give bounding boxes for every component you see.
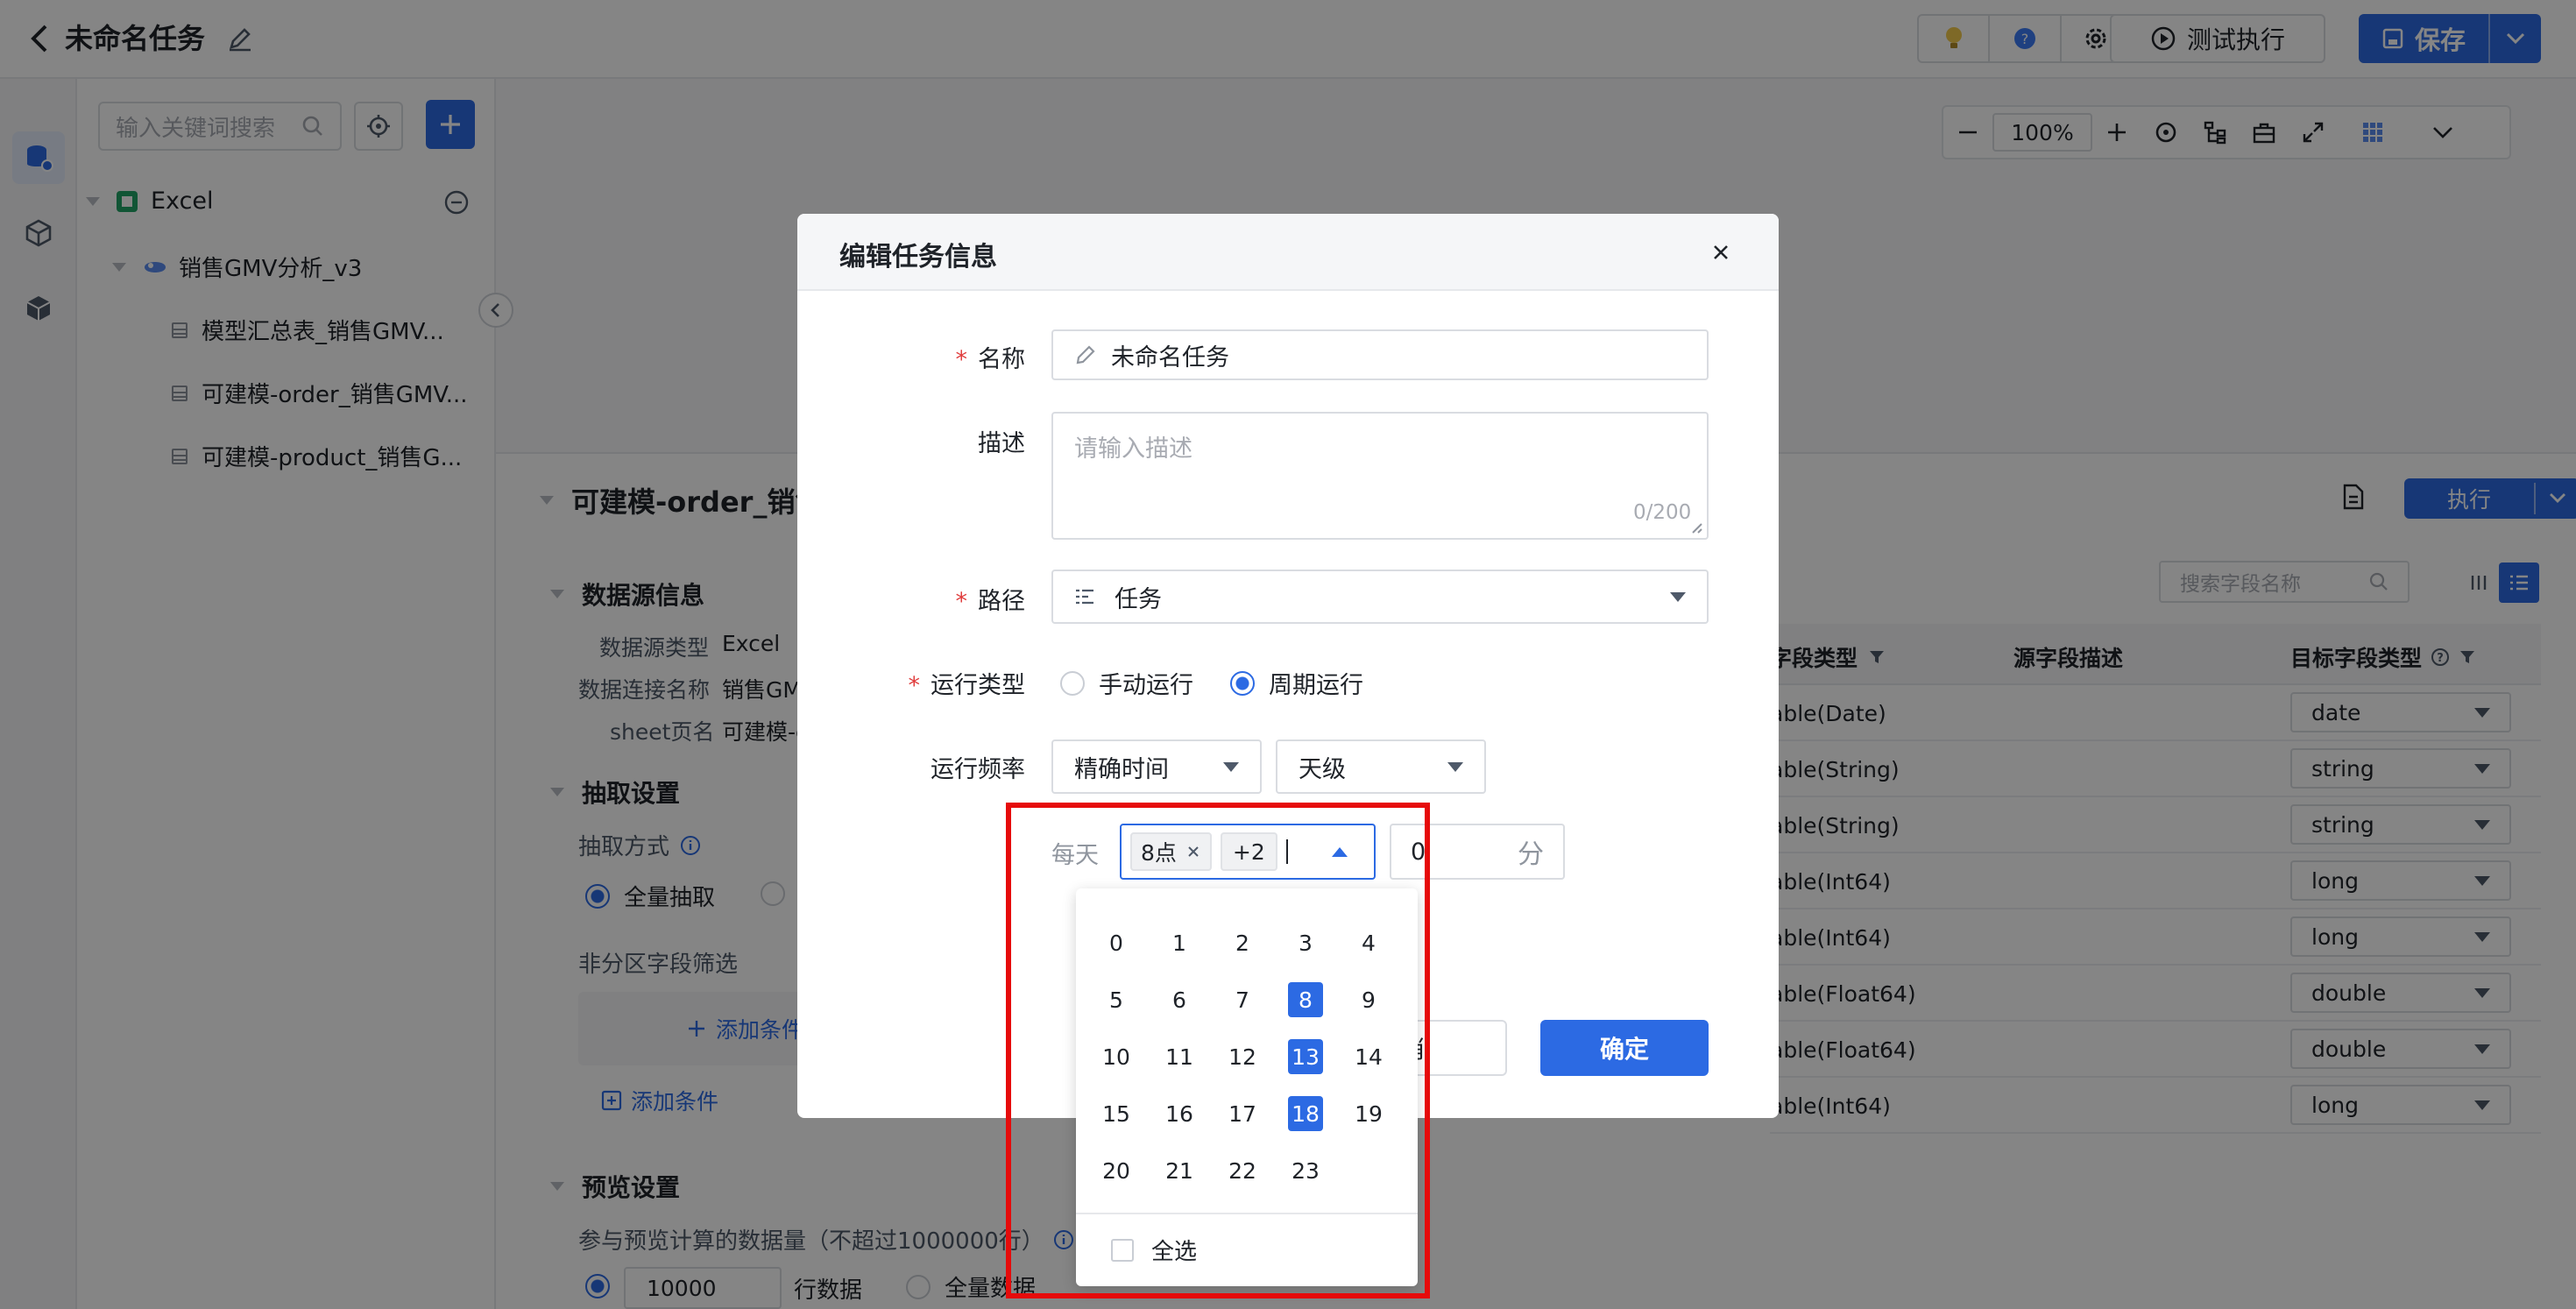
task-name-input[interactable]: 未命名任务 [1051, 329, 1709, 380]
task-name-value: 未命名任务 [1111, 343, 1229, 371]
highlight-annotation-box [1006, 803, 1430, 1298]
name-label: * 名称 [955, 346, 1026, 373]
label-text: 路径 [978, 588, 1025, 615]
path-select[interactable]: 任务 [1051, 570, 1709, 624]
close-icon[interactable] [1705, 237, 1737, 268]
frequency-label: 运行频率 [931, 756, 1025, 783]
frequency-mode-value: 精确时间 [1074, 755, 1169, 783]
minute-unit: 分 [1518, 839, 1544, 870]
run-manual-radio[interactable]: 手动运行 [1060, 666, 1193, 700]
path-value: 任务 [1115, 585, 1162, 613]
run-type-label: * 运行类型 [908, 672, 1026, 699]
caret-down-icon [1223, 761, 1239, 772]
radio-checked [1230, 670, 1255, 696]
label-text: 运行类型 [931, 672, 1025, 699]
list-icon [1076, 589, 1093, 605]
radio-unchecked [1060, 670, 1085, 696]
radio-label: 周期运行 [1269, 672, 1363, 699]
label-text: 名称 [978, 346, 1025, 373]
frequency-level-value: 天级 [1299, 755, 1346, 783]
frequency-mode-select[interactable]: 精确时间 [1051, 739, 1262, 794]
desc-placeholder: 请输入描述 [1074, 435, 1192, 463]
desc-char-count: 0/200 [1633, 501, 1692, 524]
dialog-title: 编辑任务信息 [839, 242, 997, 272]
confirm-button[interactable]: 确定 [1540, 1020, 1709, 1076]
edit-pencil-icon [1076, 345, 1095, 364]
radio-label: 手动运行 [1099, 672, 1193, 699]
resize-handle-icon[interactable] [1689, 520, 1703, 534]
caret-down-icon [1447, 761, 1463, 772]
frequency-level-select[interactable]: 天级 [1276, 739, 1486, 794]
dialog-header: 编辑任务信息 [797, 214, 1779, 291]
description-textarea[interactable]: 请输入描述 [1051, 412, 1709, 540]
path-label: * 路径 [955, 588, 1026, 615]
run-periodic-radio[interactable]: 周期运行 [1230, 666, 1363, 700]
confirm-label: 确定 [1599, 1035, 1649, 1064]
caret-down-icon [1670, 591, 1686, 602]
desc-label: 描述 [978, 430, 1025, 457]
